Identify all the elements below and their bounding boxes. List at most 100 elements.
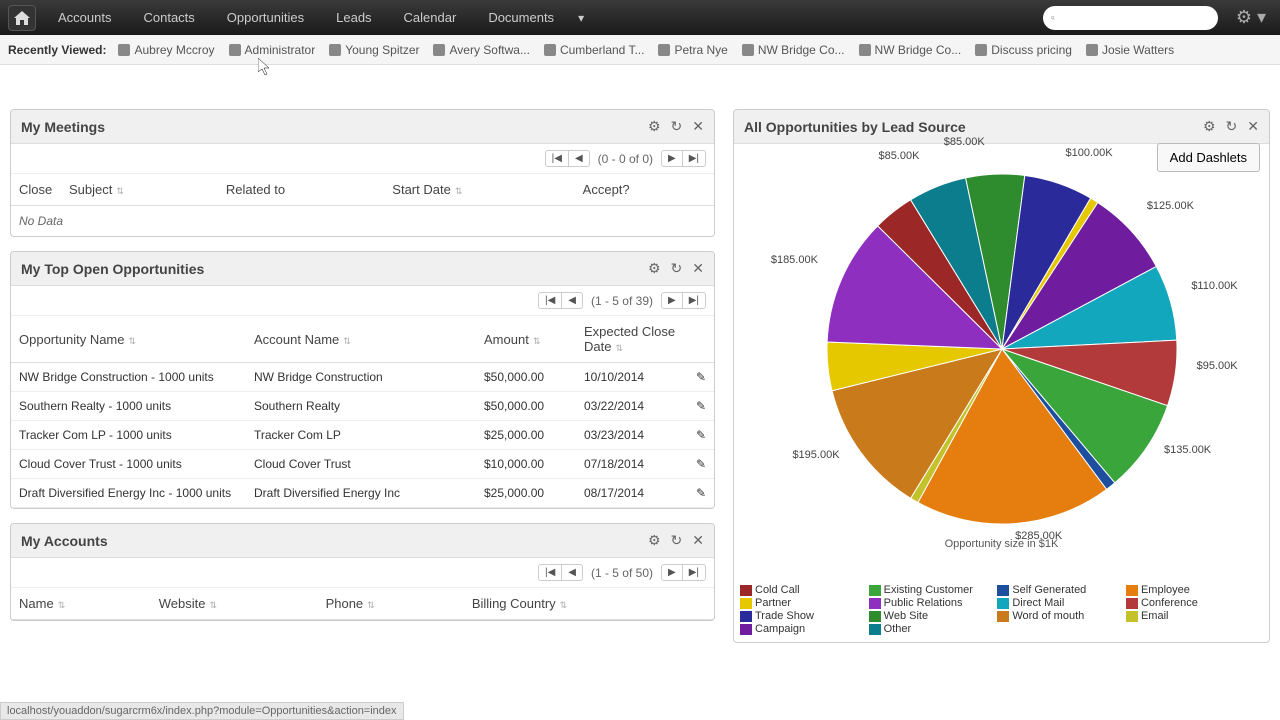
legend-item[interactable]: Direct Mail <box>997 597 1126 609</box>
entity-icon <box>1086 44 1098 56</box>
accounts-table: Name⇅ Website⇅ Phone⇅ Billing Country⇅ <box>11 588 714 620</box>
nav-more[interactable]: ▾ <box>568 3 594 33</box>
nav-leads[interactable]: Leads <box>322 2 385 33</box>
refresh-icon[interactable]: ↻ <box>671 118 683 135</box>
pager-next-last[interactable]: ▶▶| <box>661 150 706 167</box>
pager-first-prev[interactable]: |◀◀ <box>538 292 583 309</box>
table-row[interactable]: Cloud Cover Trust - 1000 unitsCloud Cove… <box>11 450 714 479</box>
legend-swatch <box>997 611 1009 622</box>
pie-slice-label: $195.00K <box>792 449 839 461</box>
col-start[interactable]: Start Date <box>392 182 451 197</box>
table-row[interactable]: Tracker Com LP - 1000 unitsTracker Com L… <box>11 421 714 450</box>
legend-item[interactable]: Web Site <box>869 610 998 622</box>
col-close[interactable]: Close <box>19 182 52 197</box>
gear-icon[interactable]: ⚙ <box>648 532 661 549</box>
legend-item[interactable]: Partner <box>740 597 869 609</box>
dashlet-title: My Meetings <box>21 119 648 135</box>
nav-accounts[interactable]: Accounts <box>44 2 125 33</box>
edit-icon[interactable]: ✎ <box>688 450 714 479</box>
legend-item[interactable]: Other <box>869 623 998 635</box>
dashlet-my-accounts: My Accounts ⚙ ↻ ✕ |◀◀ (1 - 5 of 50) ▶▶| … <box>10 523 715 621</box>
refresh-icon[interactable]: ↻ <box>1226 118 1238 135</box>
meetings-table: Close Subject⇅ Related to Start Date⇅ Ac… <box>11 174 714 206</box>
legend-item[interactable]: Public Relations <box>869 597 998 609</box>
col-related[interactable]: Related to <box>226 182 285 197</box>
no-data: No Data <box>11 206 714 236</box>
recent-item[interactable]: Young Spitzer <box>329 43 419 57</box>
entity-icon <box>544 44 556 56</box>
pager-next-last[interactable]: ▶▶| <box>661 292 706 309</box>
nav-contacts[interactable]: Contacts <box>129 2 208 33</box>
recent-item[interactable]: NW Bridge Co... <box>742 43 845 57</box>
col-phone[interactable]: Phone <box>326 596 364 611</box>
close-icon[interactable]: ✕ <box>692 532 704 549</box>
legend-item[interactable]: Campaign <box>740 623 869 635</box>
gear-icon[interactable]: ⚙ <box>648 118 661 135</box>
gear-icon[interactable]: ⚙ <box>648 260 661 277</box>
recent-item[interactable]: Aubrey Mccroy <box>118 43 214 57</box>
edit-icon[interactable]: ✎ <box>688 392 714 421</box>
home-icon <box>14 11 30 25</box>
settings-gear-icon[interactable]: ⚙ ▾ <box>1230 7 1272 28</box>
nav-opportunities[interactable]: Opportunities <box>213 2 318 33</box>
legend-swatch <box>869 598 881 609</box>
entity-icon <box>975 44 987 56</box>
table-row[interactable]: Draft Diversified Energy Inc - 1000 unit… <box>11 479 714 508</box>
pie-slice-label: $125.00K <box>1147 200 1194 212</box>
recent-item[interactable]: Avery Softwa... <box>433 43 529 57</box>
close-icon[interactable]: ✕ <box>692 260 704 277</box>
refresh-icon[interactable]: ↻ <box>671 532 683 549</box>
edit-icon[interactable]: ✎ <box>688 479 714 508</box>
legend-item[interactable]: Existing Customer <box>869 584 998 596</box>
pie-slice-label: $85.00K <box>944 136 985 148</box>
col-close-date[interactable]: Expected Close Date <box>584 324 675 354</box>
legend-item[interactable]: Trade Show <box>740 610 869 622</box>
close-icon[interactable]: ✕ <box>692 118 704 135</box>
entity-icon <box>658 44 670 56</box>
recent-item[interactable]: NW Bridge Co... <box>859 43 962 57</box>
col-name[interactable]: Name <box>19 596 54 611</box>
table-row[interactable]: Southern Realty - 1000 unitsSouthern Rea… <box>11 392 714 421</box>
legend-item[interactable]: Word of mouth <box>997 610 1126 622</box>
gear-icon[interactable]: ⚙ <box>1203 118 1216 135</box>
pager-first-prev[interactable]: |◀◀ <box>538 564 583 581</box>
chart-legend: Cold CallExisting CustomerSelf Generated… <box>734 584 1269 642</box>
nav-documents[interactable]: Documents <box>474 2 568 33</box>
col-account[interactable]: Account Name <box>254 332 339 347</box>
legend-item[interactable]: Cold Call <box>740 584 869 596</box>
home-button[interactable] <box>8 5 36 31</box>
col-accept[interactable]: Accept? <box>583 182 630 197</box>
table-row[interactable]: NW Bridge Construction - 1000 unitsNW Br… <box>11 363 714 392</box>
col-subject[interactable]: Subject <box>69 182 112 197</box>
pager-first-prev[interactable]: |◀◀ <box>545 150 590 167</box>
recent-item[interactable]: Petra Nye <box>658 43 727 57</box>
edit-icon[interactable]: ✎ <box>688 363 714 392</box>
pie-slice-label: $85.00K <box>878 150 919 162</box>
edit-icon[interactable]: ✎ <box>688 421 714 450</box>
col-amount[interactable]: Amount <box>484 332 529 347</box>
legend-item[interactable]: Conference <box>1126 597 1255 609</box>
legend-swatch <box>740 585 752 596</box>
recent-item[interactable]: Discuss pricing <box>975 43 1072 57</box>
legend-item[interactable]: Email <box>1126 610 1255 622</box>
legend-swatch <box>1126 585 1138 596</box>
recent-item[interactable]: Administrator <box>229 43 316 57</box>
entity-icon <box>433 44 445 56</box>
col-website[interactable]: Website <box>159 596 206 611</box>
col-opp-name[interactable]: Opportunity Name <box>19 332 125 347</box>
nav-calendar[interactable]: Calendar <box>390 2 471 33</box>
refresh-icon[interactable]: ↻ <box>671 260 683 277</box>
recent-item[interactable]: Josie Watters <box>1086 43 1174 57</box>
pager-next-last[interactable]: ▶▶| <box>661 564 706 581</box>
entity-icon <box>229 44 241 56</box>
legend-item[interactable]: Self Generated <box>997 584 1126 596</box>
dashlet-my-opportunities: My Top Open Opportunities ⚙ ↻ ✕ |◀◀ (1 -… <box>10 251 715 509</box>
close-icon[interactable]: ✕ <box>1247 118 1259 135</box>
legend-swatch <box>740 598 752 609</box>
pie-slice-label: $110.00K <box>1191 280 1237 292</box>
search-input[interactable] <box>1055 11 1210 25</box>
recent-item[interactable]: Cumberland T... <box>544 43 645 57</box>
legend-item[interactable]: Employee <box>1126 584 1255 596</box>
search-box[interactable] <box>1043 6 1218 30</box>
col-country[interactable]: Billing Country <box>472 596 556 611</box>
